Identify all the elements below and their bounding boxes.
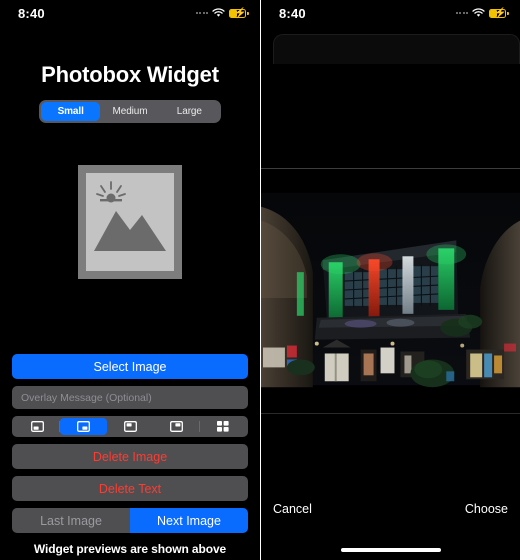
battery-charging-icon: ⚡	[489, 8, 509, 19]
app-panel: 8:40 ⚡ Photobox Widget Small Medium Larg…	[0, 0, 260, 560]
home-indicator[interactable]	[340, 548, 441, 552]
wifi-icon	[472, 8, 485, 18]
photo-preview[interactable]	[261, 168, 520, 414]
layout-segmented-control[interactable]	[12, 416, 248, 437]
image-navigation-group: Last Image Next Image	[12, 508, 248, 533]
cancel-button[interactable]: Cancel	[273, 502, 312, 516]
size-segment-medium[interactable]: Medium	[100, 102, 159, 121]
photo-placeholder-frame	[78, 165, 182, 279]
signal-dots-icon	[455, 12, 468, 14]
wifi-icon	[212, 8, 225, 18]
signal-dots-icon	[195, 12, 208, 14]
delete-text-button[interactable]: Delete Text	[12, 476, 248, 501]
layout-bottom-left-icon[interactable]	[14, 418, 61, 435]
size-segment-large[interactable]: Large	[160, 102, 219, 121]
status-bar-icons: ⚡	[455, 8, 509, 19]
dual-pane-screenshot: 8:40 ⚡ Photobox Widget Small Medium Larg…	[0, 0, 520, 560]
delete-image-button[interactable]: Delete Image	[12, 444, 248, 469]
layout-top-left-icon[interactable]	[107, 418, 153, 435]
preview-footnote: Widget previews are shown above	[33, 542, 227, 556]
overlay-message-input[interactable]: Overlay Message (Optional)	[12, 386, 248, 409]
last-image-button[interactable]: Last Image	[12, 508, 130, 533]
widget-size-segmented-control[interactable]: Small Medium Large	[39, 100, 221, 123]
widget-preview-area	[0, 165, 260, 279]
status-bar-time: 8:40	[279, 5, 306, 21]
page-title: Photobox Widget	[41, 62, 219, 87]
select-image-button[interactable]: Select Image	[12, 354, 248, 379]
status-bar-icons: ⚡	[195, 8, 249, 19]
battery-charging-icon: ⚡	[229, 8, 249, 19]
night-photo-illuminated-building	[261, 169, 520, 413]
picker-action-bar: Cancel Choose	[261, 492, 520, 526]
status-bar-right: 8:40 ⚡	[261, 0, 520, 26]
photo-picker-panel: 8:40 ⚡ Cancel Choose	[260, 0, 520, 560]
next-image-button[interactable]: Next Image	[130, 508, 248, 533]
overlay-message-placeholder: Overlay Message (Optional)	[21, 391, 152, 404]
sheet-top-card	[273, 34, 520, 64]
controls-stack: Select Image Overlay Message (Optional)	[12, 354, 248, 560]
size-segment-small[interactable]: Small	[41, 102, 101, 121]
layout-top-right-icon[interactable]	[153, 418, 201, 435]
status-bar-left: 8:40 ⚡	[0, 0, 260, 26]
status-bar-time: 8:40	[18, 5, 45, 21]
choose-button[interactable]: Choose	[465, 502, 508, 516]
layout-grid-icon[interactable]	[200, 418, 246, 435]
photo-placeholder-icon	[86, 173, 174, 271]
layout-bottom-right-icon[interactable]	[60, 418, 107, 435]
